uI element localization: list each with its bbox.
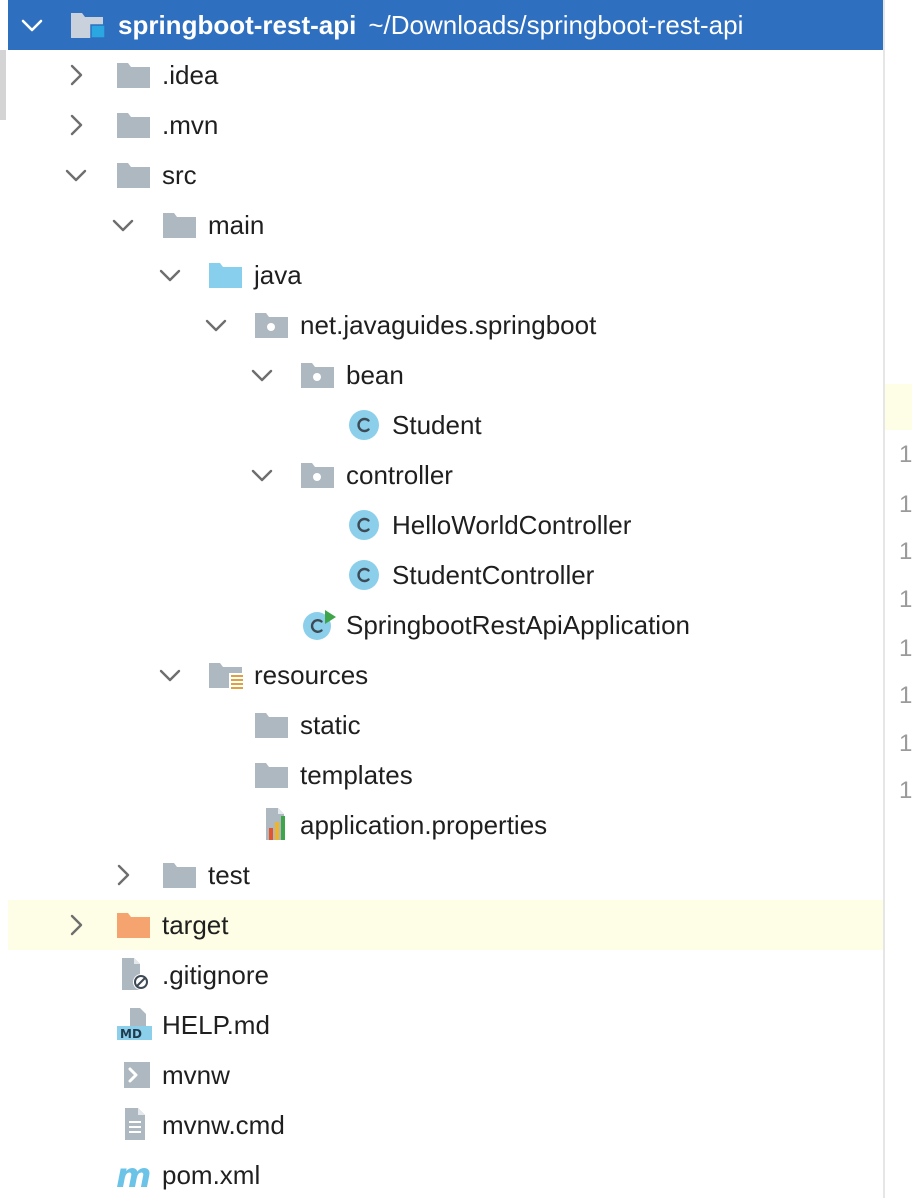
tree-item-label: static xyxy=(300,710,361,740)
tree-item-label: target xyxy=(162,910,229,940)
class-icon xyxy=(346,510,382,540)
line-number: 1 xyxy=(899,635,912,662)
folder-icon xyxy=(116,110,152,140)
tree-row-mvnw[interactable]: mvnw xyxy=(8,1050,883,1100)
class-icon xyxy=(346,410,382,440)
line-number: 1 xyxy=(899,441,912,468)
chevron-right-icon[interactable] xyxy=(111,863,135,887)
project-folder-icon xyxy=(70,10,106,40)
tree-item-label: controller xyxy=(346,460,453,490)
chevron-down-icon[interactable] xyxy=(204,313,228,337)
tree-row-controller[interactable]: controller xyxy=(8,450,883,500)
tree-item-label: resources xyxy=(254,660,369,690)
tree-row-target[interactable]: target xyxy=(8,900,883,950)
tree-item-label: mvnw xyxy=(162,1060,230,1090)
folder-icon xyxy=(116,60,152,90)
excluded-folder-icon xyxy=(116,910,152,940)
folder-icon xyxy=(162,210,198,240)
tree-row-java[interactable]: java xyxy=(8,250,883,300)
source-folder-icon xyxy=(208,260,244,290)
class-icon xyxy=(346,560,382,590)
tree-row-application-properties[interactable]: application.properties xyxy=(8,800,883,850)
tree-row-src[interactable]: src xyxy=(8,150,883,200)
tree-row-static[interactable]: static xyxy=(8,700,883,750)
line-number: 1 xyxy=(899,682,912,709)
chevron-down-icon[interactable] xyxy=(158,263,182,287)
text-file-icon xyxy=(116,1108,152,1140)
project-path: ~/Downloads/springboot-rest-api xyxy=(368,10,744,40)
package-icon xyxy=(300,360,336,390)
svg-text:m: m xyxy=(116,1156,151,1196)
tree-item-label: HelloWorldController xyxy=(392,510,632,540)
tree-item-label: templates xyxy=(300,760,413,790)
line-number: 1 xyxy=(899,730,912,757)
ignore-file-icon xyxy=(116,958,152,990)
tree-row-resources[interactable]: resources xyxy=(8,650,883,700)
chevron-right-icon[interactable] xyxy=(64,63,88,87)
properties-file-icon xyxy=(254,808,290,840)
tree-item-label: pom.xml xyxy=(162,1160,261,1190)
resources-folder-icon xyxy=(208,660,244,690)
tree-row-springbootrestapiapplication[interactable]: SpringbootRestApiApplication xyxy=(8,600,883,650)
tree-row-help-md[interactable]: MD HELP.md xyxy=(8,1000,883,1050)
tree-item-label: java xyxy=(254,260,302,290)
project-name: springboot-rest-api xyxy=(118,10,357,40)
tree-row-templates[interactable]: templates xyxy=(8,750,883,800)
tree-item-label: .gitignore xyxy=(162,960,269,990)
chevron-down-icon[interactable] xyxy=(64,163,88,187)
markdown-file-icon: MD xyxy=(116,1008,152,1041)
scrollbar-edge[interactable] xyxy=(0,50,6,120)
tree-item-label: mvnw.cmd xyxy=(162,1110,285,1140)
tree-row-studentcontroller[interactable]: StudentController xyxy=(8,550,883,600)
package-icon xyxy=(300,460,336,490)
chevron-down-icon[interactable] xyxy=(158,663,182,687)
line-number: 1 xyxy=(899,538,912,565)
line-number: 1 xyxy=(899,586,912,613)
tree-row-idea[interactable]: .idea xyxy=(8,50,883,100)
tree-row-pom-xml[interactable]: m pom.xml xyxy=(8,1150,883,1200)
folder-icon xyxy=(254,760,290,790)
chevron-right-icon[interactable] xyxy=(64,913,88,937)
folder-icon xyxy=(162,860,198,890)
folder-icon xyxy=(116,160,152,190)
folder-icon xyxy=(254,710,290,740)
chevron-down-icon[interactable] xyxy=(250,363,274,387)
line-number: 1 xyxy=(899,491,912,518)
chevron-down-icon[interactable] xyxy=(20,13,44,37)
tree-item-label: .mvn xyxy=(162,110,219,140)
tree-item-label: test xyxy=(208,860,250,890)
tree-item-label: application.properties xyxy=(300,810,548,840)
tree-row-main[interactable]: main xyxy=(8,200,883,250)
editor-gutter: 1 1 1 1 1 1 1 1 xyxy=(883,0,912,1198)
spring-app-class-icon xyxy=(300,610,336,640)
current-line-highlight xyxy=(885,384,912,430)
shell-script-icon xyxy=(116,1060,152,1090)
tree-item-label: Student xyxy=(392,410,482,440)
tree-item-label: bean xyxy=(346,360,404,390)
tree-item-label: HELP.md xyxy=(162,1010,270,1040)
tree-item-label: StudentController xyxy=(392,560,595,590)
tree-item-label: net.javaguides.springboot xyxy=(300,310,597,340)
tree-row-bean[interactable]: bean xyxy=(8,350,883,400)
tree-row-mvnw-cmd[interactable]: mvnw.cmd xyxy=(8,1100,883,1150)
tree-row-test[interactable]: test xyxy=(8,850,883,900)
chevron-down-icon[interactable] xyxy=(250,463,274,487)
maven-icon: m xyxy=(116,1156,152,1196)
chevron-down-icon[interactable] xyxy=(111,213,135,237)
tree-item-label: src xyxy=(162,160,197,190)
tree-row-package-root[interactable]: net.javaguides.springboot xyxy=(8,300,883,350)
tree-row-mvn[interactable]: .mvn xyxy=(8,100,883,150)
tree-row-project-root[interactable]: springboot-rest-api ~/Downloads/springboo… xyxy=(8,0,883,50)
tree-row-helloworldcontroller[interactable]: HelloWorldController xyxy=(8,500,883,550)
tree-item-label: SpringbootRestApiApplication xyxy=(346,610,690,640)
tree-row-student[interactable]: Student xyxy=(8,400,883,450)
project-tree: springboot-rest-api ~/Downloads/springboo… xyxy=(0,0,883,1198)
tree-item-label: main xyxy=(208,210,265,240)
chevron-right-icon[interactable] xyxy=(64,113,88,137)
svg-text:MD: MD xyxy=(120,1027,142,1041)
line-number: 1 xyxy=(899,777,912,804)
package-icon xyxy=(254,310,290,340)
tree-row-gitignore[interactable]: .gitignore xyxy=(8,950,883,1000)
tree-item-label: .idea xyxy=(162,60,219,90)
